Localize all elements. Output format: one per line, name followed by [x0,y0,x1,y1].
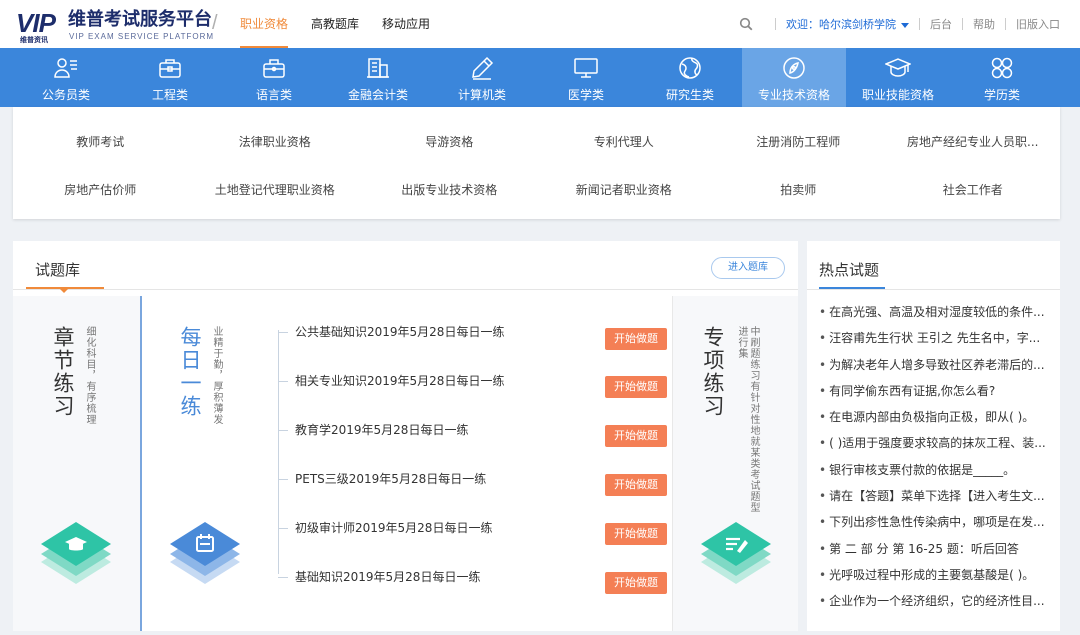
list-item[interactable]: 有同学偷东西有证据,你怎么看? [819,382,1051,408]
logo[interactable]: VIP 维普资讯 维普考试服务平台 VIP EXAM SERVICE PLATF… [14,7,215,44]
subcategory-item[interactable]: 出版专业技术资格 [362,167,537,211]
enter-bank-button[interactable]: 进入题库 [711,257,785,279]
list-item[interactable]: 下列出疹性急性传染病中，哪项是在发... [819,513,1051,539]
platform-title: 维普考试服务平台 [68,9,212,30]
start-practice-button[interactable]: 开始做题 [605,523,667,545]
chevron-down-icon [901,22,909,28]
subcategory-panel: 教师考试 法律职业资格 导游资格 专利代理人 注册消防工程师 房地产经纪专业人员… [13,107,1060,219]
category-computer[interactable]: 计算机类 [430,48,534,107]
list-item[interactable]: 为解决老年人增多导致社区养老滞后的... [819,356,1051,382]
daily-item-title[interactable]: 初级审计师2019年5月28日每日一练 [295,519,492,536]
subcategory-item[interactable]: 土地登记代理职业资格 [188,167,363,211]
search-icon[interactable] [739,17,753,31]
topnav-mobile[interactable]: 移动应用 [382,0,430,48]
daily-item-title[interactable]: 基础知识2019年5月28日每日一练 [295,568,480,585]
daily-practice-desc: 业精于勤，厚积薄发 [211,326,222,425]
monitor-icon [574,58,598,78]
compass-icon [783,57,805,79]
user-menu[interactable]: 欢迎：哈尔滨剑桥学院 [786,16,909,32]
start-practice-button[interactable]: 开始做题 [605,474,667,496]
pen-icon [472,56,494,80]
list-item[interactable]: 第 二 部 分 第 16-25 题：听后回答 [819,540,1051,566]
topnav-higher-ed[interactable]: 高教题库 [311,0,359,48]
list-item: PETS三级2019年5月28日每日一练 开始做题 [278,470,668,496]
globe-icon [679,57,701,79]
category-postgraduate[interactable]: 研究生类 [638,48,742,107]
category-finance[interactable]: 金融会计类 [326,48,430,107]
chapter-practice-desc: 细化科目，有序梳理 [84,326,95,425]
subcategory-item[interactable]: 新闻记者职业资格 [537,167,712,211]
toolbox-icon [159,59,181,78]
hot-questions-list: 在高光强、高温及相对湿度较低的条件... 汪容甫先生行状 王引之 先生名中，字.… [819,303,1051,619]
chapter-practice-title: 章节练习 [51,326,75,418]
list-item[interactable]: ( )适用于强度要求较高的抹灰工程、装... [819,434,1051,460]
list-item: 公共基础知识2019年5月28日每日一练 开始做题 [278,323,668,350]
list-item: 初级审计师2019年5月28日每日一练 开始做题 [278,519,668,545]
special-practice-card[interactable]: 专项练习 中刷题练习有针对性地就某类考试题型进行集 [673,296,798,631]
subcategory-item[interactable]: 注册消防工程师 [711,115,886,167]
topnav-vocational[interactable]: 职业资格 [240,0,289,48]
graduation-cap-icon [41,522,111,584]
daily-item-title[interactable]: 相关专业知识2019年5月28日每日一练 [295,372,504,389]
edit-list-icon [701,522,771,584]
category-language[interactable]: 语言类 [222,48,326,107]
list-item: 基础知识2019年5月28日每日一练 开始做题 [278,568,668,594]
section-title: 试题库 [35,261,81,279]
category-professional-tech[interactable]: 专业技术资格 [742,48,846,107]
old-version-link[interactable]: 旧版入口 [1016,16,1060,32]
bank-icon [367,58,389,78]
category-academic[interactable]: 学历类 [950,48,1054,107]
help-link[interactable]: 帮助 [973,16,995,32]
list-item[interactable]: 请在【答题】菜单下选择【进入考生文... [819,487,1051,513]
subcategory-item[interactable]: 房地产估价师 [13,167,188,211]
user-area: 欢迎：哈尔滨剑桥学院 后台 帮助 旧版入口 [739,0,1060,48]
subcategory-item[interactable]: 导游资格 [362,115,537,167]
list-item[interactable]: 在电源内部由负极指向正极，即从( )。 [819,408,1051,434]
civil-servant-icon [54,58,77,78]
category-nav: 公务员类 工程类 语言类 金融会计类 计算机类 医学类 研究生类 专业技术资格 … [0,48,1080,107]
subcategory-item[interactable]: 拍卖师 [711,167,886,211]
special-practice-title: 专项练习 [701,326,725,418]
subcategory-item[interactable]: 社会工作者 [886,167,1061,211]
briefcase-icon [263,59,285,78]
daily-item-title[interactable]: PETS三级2019年5月28日每日一练 [295,470,486,487]
grid-circles-icon [991,57,1013,79]
list-item: 教育学2019年5月28日每日一练 开始做题 [278,421,668,447]
calendar-icon [170,522,240,584]
top-nav: 职业资格 高教题库 移动应用 [240,0,453,48]
list-item[interactable]: 光呼吸过程中形成的主要氨基酸是( )。 [819,566,1051,592]
section-title: 热点试题 [819,261,880,279]
list-item: 相关专业知识2019年5月28日每日一练 开始做题 [278,372,668,398]
start-practice-button[interactable]: 开始做题 [605,572,667,594]
platform-subtitle: VIP EXAM SERVICE PLATFORM [69,32,215,41]
list-item[interactable]: 汪容甫先生行状 王引之 先生名中，字... [819,329,1051,355]
subcategory-item[interactable]: 教师考试 [13,115,188,167]
vip-logo-mark: VIP 维普资讯 [16,8,56,44]
category-medical[interactable]: 医学类 [534,48,638,107]
special-practice-desc: 中刷题练习有针对性地就某类考试题型进行集 [736,326,759,513]
question-bank-panel: 试题库 进入题库 章节练习 细化科目，有序梳理 每日一练 业精于勤，厚积薄发 公… [13,241,798,631]
divider-slash: / [212,12,218,34]
subcategory-item[interactable]: 房地产经纪专业人员职... [886,115,1061,167]
list-item[interactable]: 银行审核支票付款的依据是_____。 [819,461,1051,487]
category-vocational-skill[interactable]: 职业技能资格 [846,48,950,107]
daily-practice-title: 每日一练 [178,326,202,418]
hot-questions-panel: 热点试题 在高光强、高温及相对湿度较低的条件... 汪容甫先生行状 王引之 先生… [807,241,1060,631]
daily-item-title[interactable]: 教育学2019年5月28日每日一练 [295,421,468,438]
chapter-practice-card[interactable]: 章节练习 细化科目，有序梳理 [13,296,140,631]
daily-practice-card: 每日一练 业精于勤，厚积薄发 公共基础知识2019年5月28日每日一练 开始做题… [142,296,672,631]
start-practice-button[interactable]: 开始做题 [605,376,667,398]
subcategory-item[interactable]: 专利代理人 [537,115,712,167]
admin-link[interactable]: 后台 [930,16,952,32]
list-item[interactable]: 企业作为一个经济组织，它的经济性目... [819,592,1051,618]
start-practice-button[interactable]: 开始做题 [605,328,667,350]
list-item[interactable]: 在高光强、高温及相对湿度较低的条件... [819,303,1051,329]
top-header: VIP 维普资讯 维普考试服务平台 VIP EXAM SERVICE PLATF… [0,0,1080,48]
start-practice-button[interactable]: 开始做题 [605,425,667,447]
daily-item-title[interactable]: 公共基础知识2019年5月28日每日一练 [295,323,504,340]
graduation-cap-icon [885,58,911,77]
subcategory-item[interactable]: 法律职业资格 [188,115,363,167]
category-engineering[interactable]: 工程类 [118,48,222,107]
category-civil-servant[interactable]: 公务员类 [14,48,118,107]
